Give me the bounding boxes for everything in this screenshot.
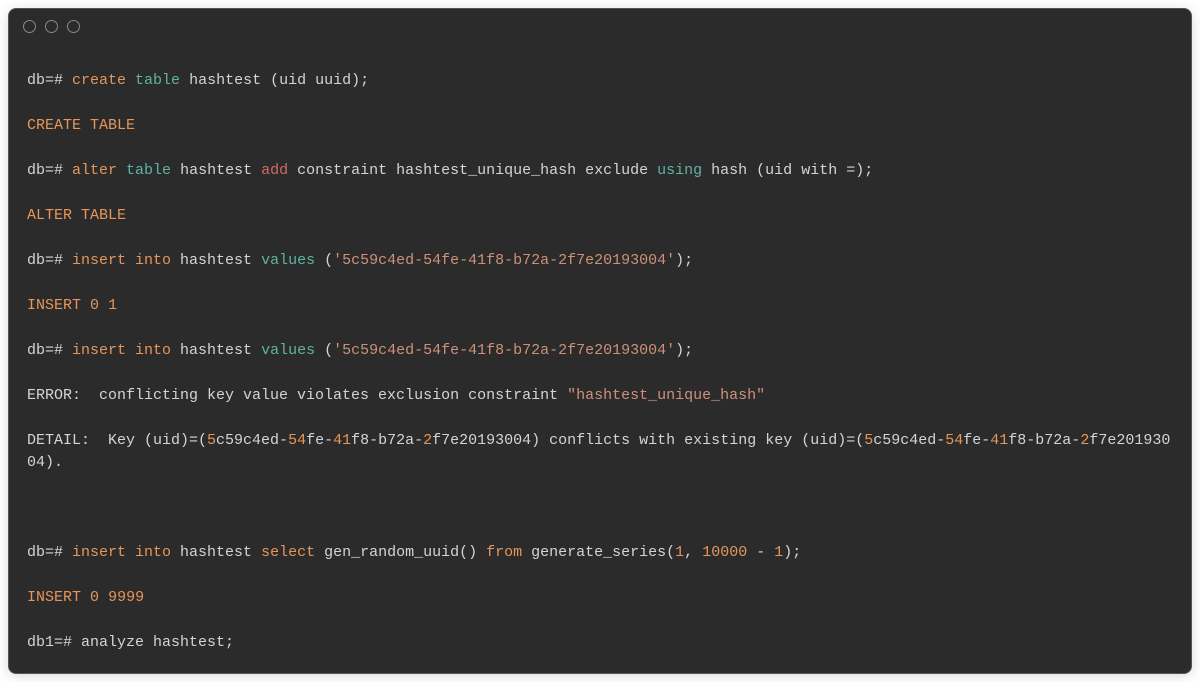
text: ); <box>675 342 693 359</box>
text: constraint hashtest_unique_hash exclude <box>288 162 657 179</box>
cmd-insert-2: db=# insert into hashtest values ('5c59c… <box>27 340 1173 363</box>
keyword-add: add <box>261 162 288 179</box>
number: 10000 <box>702 544 747 561</box>
keyword-select: select <box>261 544 315 561</box>
text: hashtest <box>171 342 261 359</box>
text: hash (uid with =); <box>702 162 873 179</box>
prompt: db=# <box>27 72 72 89</box>
text: hashtest <box>171 162 261 179</box>
keyword-create: create <box>72 72 126 89</box>
blank-line <box>27 497 1173 520</box>
keyword-alter: alter <box>72 162 117 179</box>
terminal-window: db=# create table hashtest (uid uuid); C… <box>8 8 1192 674</box>
keyword-table: table <box>126 162 171 179</box>
prompt: db=# <box>27 342 72 359</box>
text: hashtest (uid uuid); <box>180 72 369 89</box>
keyword-insert-into: insert into <box>72 544 171 561</box>
uuid-literal: '5c59c4ed-54fe-41f8-b72a-2f7e20193004' <box>333 342 675 359</box>
result-create-table: CREATE TABLE <box>27 115 1173 138</box>
result-insert-1: INSERT 0 1 <box>27 295 1173 318</box>
traffic-lights <box>23 20 80 33</box>
prompt: db=# <box>27 544 72 561</box>
keyword-insert: INSERT <box>27 589 81 606</box>
text: hashtest <box>171 252 261 269</box>
zoom-icon[interactable] <box>67 20 80 33</box>
detail-line: DETAIL: Key (uid)=(5c59c4ed-54fe-41f8-b7… <box>27 430 1173 475</box>
cmd-analyze: db1=# analyze hashtest; <box>27 632 1173 655</box>
number: 0 <box>90 297 99 314</box>
terminal-output[interactable]: db=# create table hashtest (uid uuid); C… <box>9 43 1191 673</box>
prompt: db=# <box>27 162 72 179</box>
text: ( <box>315 342 333 359</box>
keyword-insert-into: insert into <box>72 342 171 359</box>
keyword-values: values <box>261 252 315 269</box>
keyword-insert-into: insert into <box>72 252 171 269</box>
cmd-create-table: db=# create table hashtest (uid uuid); <box>27 70 1173 93</box>
keyword-table: table <box>135 72 180 89</box>
number: 1 <box>675 544 684 561</box>
number: 1 <box>108 297 117 314</box>
keyword-insert: INSERT <box>27 297 81 314</box>
cmd-insert-1: db=# insert into hashtest values ('5c59c… <box>27 250 1173 273</box>
window-titlebar <box>9 9 1191 43</box>
text: analyze hashtest; <box>81 634 234 651</box>
result-insert-bulk: INSERT 0 9999 <box>27 587 1173 610</box>
uuid-literal: '5c59c4ed-54fe-41f8-b72a-2f7e20193004' <box>333 252 675 269</box>
result-alter-table: ALTER TABLE <box>27 205 1173 228</box>
text: ( <box>315 252 333 269</box>
keyword-using: using <box>657 162 702 179</box>
constraint-name: "hashtest_unique_hash" <box>567 387 765 404</box>
prompt: db1=# <box>27 634 81 651</box>
number: 0 <box>90 589 99 606</box>
cmd-insert-bulk: db=# insert into hashtest select gen_ran… <box>27 542 1173 565</box>
error-line: ERROR: conflicting key value violates ex… <box>27 385 1173 408</box>
text: ); <box>675 252 693 269</box>
number: 1 <box>774 544 783 561</box>
cmd-alter-table: db=# alter table hashtest add constraint… <box>27 160 1173 183</box>
detail-text: DETAIL: Key (uid)=( <box>27 432 207 449</box>
minimize-icon[interactable] <box>45 20 58 33</box>
keyword-from: from <box>486 544 522 561</box>
prompt: db=# <box>27 252 72 269</box>
keyword-values: values <box>261 342 315 359</box>
error-text: ERROR: conflicting key value violates ex… <box>27 387 567 404</box>
number: 9999 <box>108 589 144 606</box>
close-icon[interactable] <box>23 20 36 33</box>
